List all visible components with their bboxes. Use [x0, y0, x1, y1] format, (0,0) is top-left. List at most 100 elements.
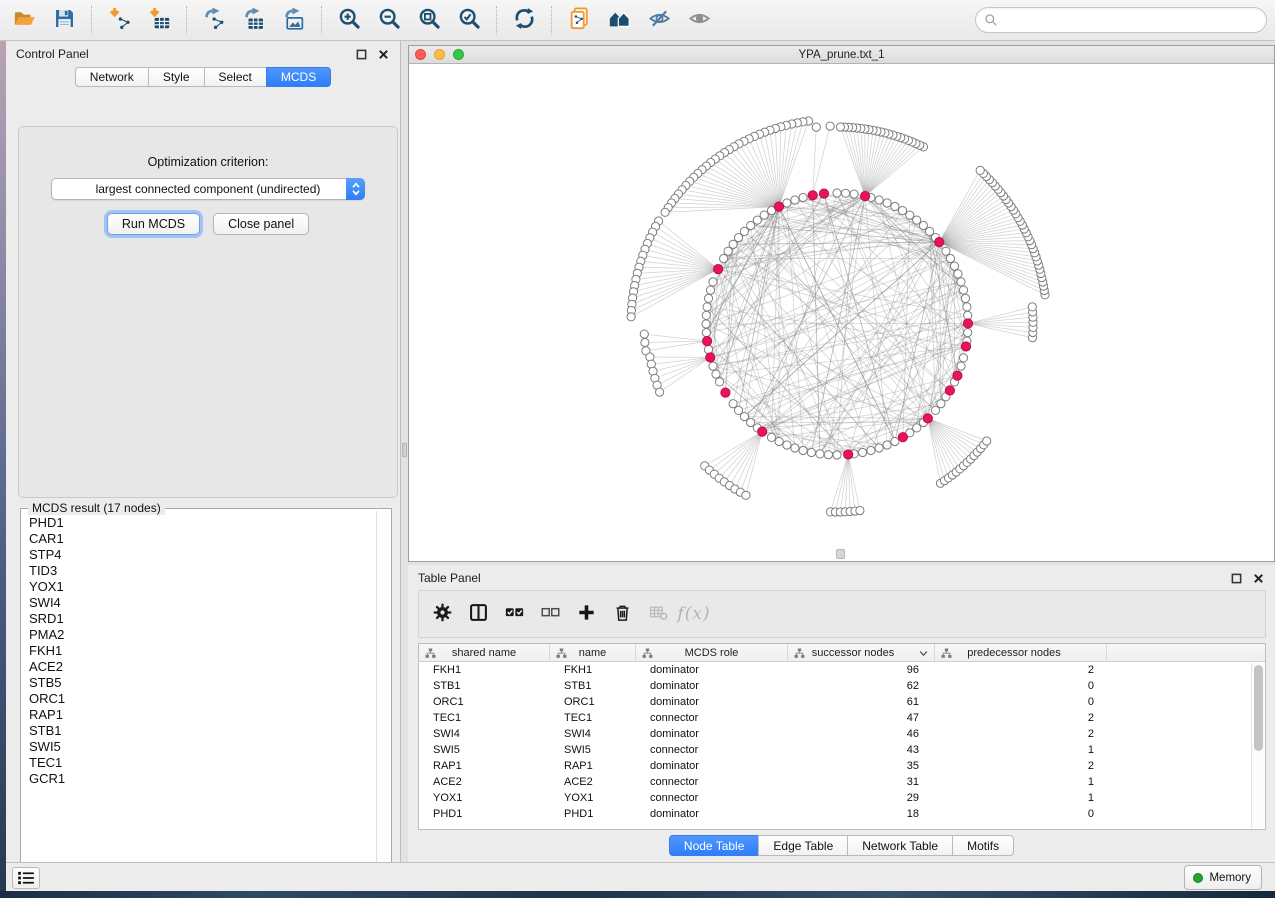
mcds-result-item[interactable]: FKH1	[23, 643, 375, 659]
graph-hub-node[interactable]	[819, 189, 828, 198]
graph-node[interactable]	[704, 294, 712, 302]
graph-node[interactable]	[957, 362, 965, 370]
graph-hub-node[interactable]	[758, 427, 767, 436]
export-table-button[interactable]	[234, 3, 274, 37]
table-row[interactable]: SWI4SWI4dominator462	[419, 726, 1265, 742]
search-input[interactable]	[1003, 10, 1258, 30]
graph-node[interactable]	[702, 311, 710, 319]
graph-node[interactable]	[720, 254, 728, 262]
graph-hub-node[interactable]	[774, 202, 783, 211]
graph-hub-node[interactable]	[963, 319, 972, 328]
graph-node[interactable]	[883, 441, 891, 449]
vertical-splitter[interactable]	[401, 41, 408, 862]
graph-hub-node[interactable]	[861, 192, 870, 201]
mcds-result-item[interactable]: ORC1	[23, 691, 375, 707]
graph-node[interactable]	[875, 196, 883, 204]
graph-node[interactable]	[702, 320, 710, 328]
mcds-result-item[interactable]: STB1	[23, 723, 375, 739]
deselect-all-rows-button[interactable]	[535, 599, 565, 629]
table-row[interactable]: ACE2ACE2connector311	[419, 774, 1265, 790]
close-panel-button[interactable]	[376, 47, 390, 61]
zoom-in-button[interactable]	[329, 3, 369, 37]
graph-node[interactable]	[850, 190, 858, 198]
hide-selected-button[interactable]	[639, 3, 679, 37]
graph-node[interactable]	[891, 437, 899, 445]
mcds-result-item[interactable]: TID3	[23, 563, 375, 579]
graph-node[interactable]	[964, 329, 972, 337]
mcds-result-item[interactable]: SWI5	[23, 739, 375, 755]
save-button[interactable]	[44, 3, 84, 37]
graph-node[interactable]	[891, 202, 899, 210]
graph-hub-node[interactable]	[808, 191, 817, 200]
graph-node[interactable]	[964, 311, 972, 319]
task-history-button[interactable]	[12, 867, 40, 889]
tab-edge-table[interactable]: Edge Table	[758, 835, 847, 856]
mcds-result-item[interactable]: STB5	[23, 675, 375, 691]
first-neighbors-button[interactable]	[599, 3, 639, 37]
table-row[interactable]: STB1STB1dominator620	[419, 678, 1265, 694]
table-scrollbar[interactable]	[1251, 663, 1264, 828]
close-table-panel-button[interactable]	[1251, 571, 1265, 585]
mcds-result-item[interactable]: TEC1	[23, 755, 375, 771]
graph-hub-node[interactable]	[714, 265, 723, 274]
graph-node[interactable]	[824, 451, 832, 459]
table-row[interactable]: PHD1PHD1dominator180	[419, 806, 1265, 822]
graph-node[interactable]	[954, 270, 962, 278]
import-table-button[interactable]	[139, 3, 179, 37]
export-image-button[interactable]	[274, 3, 314, 37]
table-row[interactable]: SWI5SWI5connector431	[419, 742, 1265, 758]
graph-node[interactable]	[856, 507, 864, 515]
show-all-button[interactable]	[679, 3, 719, 37]
export-network-button[interactable]	[194, 3, 234, 37]
table-row[interactable]: ORC1ORC1dominator610	[419, 694, 1265, 710]
graph-node[interactable]	[833, 189, 841, 197]
graph-node[interactable]	[775, 437, 783, 445]
add-column-button[interactable]	[571, 599, 601, 629]
graph-node[interactable]	[703, 303, 711, 311]
zoom-selected-button[interactable]	[449, 3, 489, 37]
graph-node[interactable]	[867, 446, 875, 454]
graph-node[interactable]	[859, 448, 867, 456]
graph-node[interactable]	[709, 362, 717, 370]
mcds-result-item[interactable]: STP4	[23, 547, 375, 563]
graph-hub-node[interactable]	[945, 386, 954, 395]
delete-column-button[interactable]	[607, 599, 637, 629]
table-row[interactable]: YOX1YOX1connector291	[419, 790, 1265, 806]
tab-mcds[interactable]: MCDS	[266, 67, 331, 87]
graph-node[interactable]	[957, 278, 965, 286]
graph-node[interactable]	[783, 441, 791, 449]
graph-node[interactable]	[807, 448, 815, 456]
column-header-predecessor-nodes[interactable]: predecessor nodes	[935, 644, 1107, 661]
mcds-result-item[interactable]: ACE2	[23, 659, 375, 675]
graph-hub-node[interactable]	[935, 238, 944, 247]
mcds-result-item[interactable]: SWI4	[23, 595, 375, 611]
memory-button[interactable]: Memory	[1184, 865, 1262, 890]
graph-node[interactable]	[742, 491, 750, 499]
graph-node[interactable]	[712, 370, 720, 378]
graph-node[interactable]	[799, 446, 807, 454]
graph-node[interactable]	[715, 378, 723, 386]
tab-motifs[interactable]: Motifs	[952, 835, 1014, 856]
graph-hub-node[interactable]	[923, 414, 932, 423]
graph-node[interactable]	[702, 329, 710, 337]
float-panel-button[interactable]	[354, 47, 368, 61]
float-table-panel-button[interactable]	[1229, 571, 1243, 585]
select-all-rows-button[interactable]	[499, 599, 529, 629]
graph-node[interactable]	[833, 451, 841, 459]
graph-hub-node[interactable]	[953, 371, 962, 380]
column-header-successor-nodes[interactable]: successor nodes	[788, 644, 935, 661]
mcds-result-item[interactable]: RAP1	[23, 707, 375, 723]
graph-node[interactable]	[640, 330, 648, 338]
open-file-button[interactable]	[4, 3, 44, 37]
optimization-criterion-select[interactable]: largest connected component (undirected)	[51, 178, 365, 200]
mcds-result-item[interactable]: YOX1	[23, 579, 375, 595]
graph-node[interactable]	[942, 247, 950, 255]
mcds-result-item[interactable]: PMA2	[23, 627, 375, 643]
splitter-grip[interactable]	[402, 443, 407, 457]
graph-hub-node[interactable]	[844, 450, 853, 459]
table-row[interactable]: FKH1FKH1dominator962	[419, 662, 1265, 678]
graph-hub-node[interactable]	[961, 342, 970, 351]
refresh-button[interactable]	[504, 3, 544, 37]
graph-node[interactable]	[959, 354, 967, 362]
graph-node[interactable]	[767, 433, 775, 441]
